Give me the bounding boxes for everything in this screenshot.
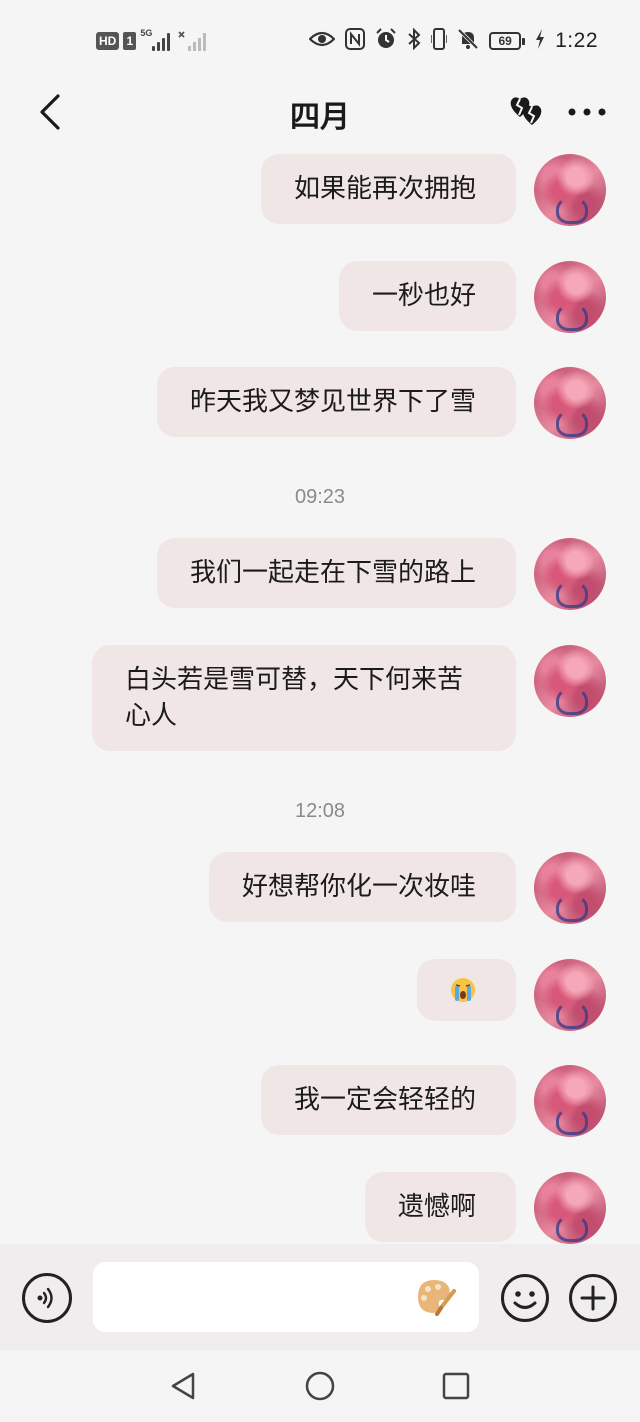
message-row: 白头若是雪可替，天下何来苦心人 bbox=[92, 645, 606, 751]
message-bubble[interactable]: 白头若是雪可替，天下何来苦心人 bbox=[92, 645, 516, 751]
charging-icon bbox=[535, 28, 545, 54]
timestamp: 09:23 bbox=[294, 486, 346, 508]
eye-icon bbox=[308, 30, 336, 53]
avatar[interactable] bbox=[534, 959, 606, 1031]
bluetooth-icon bbox=[407, 27, 421, 55]
signal-sim2-icon bbox=[178, 29, 212, 53]
message-row: 我们一起走在下雪的路上 bbox=[156, 538, 606, 610]
avatar[interactable] bbox=[534, 852, 606, 924]
palette-icon bbox=[418, 1280, 456, 1316]
avatar[interactable] bbox=[534, 1065, 606, 1137]
timestamp: 12:08 bbox=[294, 800, 346, 822]
alarm-icon bbox=[375, 27, 397, 55]
avatar[interactable] bbox=[534, 538, 606, 610]
back-triangle-icon bbox=[171, 1372, 195, 1400]
voice-icon bbox=[37, 1287, 53, 1309]
message-bubble[interactable]: 我一定会轻轻的 bbox=[260, 1065, 516, 1135]
message-row bbox=[417, 959, 606, 1031]
hd-badge: HD bbox=[96, 32, 120, 50]
emoji-message-bubble[interactable] bbox=[417, 959, 516, 1021]
broken-hearts-icon bbox=[510, 97, 542, 125]
message-list[interactable]: 如果能再次拥抱 一秒也好 昨天我又梦见世界下了雪 09:23 我们一起走在下雪的… bbox=[0, 144, 640, 1244]
message-row: 一秒也好 bbox=[338, 261, 606, 333]
status-left-group: HD 1 5G bbox=[96, 28, 212, 54]
emoji-button[interactable] bbox=[500, 1273, 550, 1323]
message-row: 遗憾啊 bbox=[364, 1172, 606, 1244]
battery-icon: 69 bbox=[489, 32, 526, 50]
intimacy-button[interactable] bbox=[506, 92, 546, 132]
avatar[interactable] bbox=[534, 367, 606, 439]
recents-square-icon bbox=[442, 1372, 470, 1400]
message-bubble[interactable]: 昨天我又梦见世界下了雪 bbox=[156, 367, 516, 437]
plus-circle-icon bbox=[569, 1274, 617, 1322]
status-right-group: 69 1:22 bbox=[308, 26, 598, 56]
input-bar bbox=[0, 1244, 640, 1350]
signal-5g-icon: 5G bbox=[140, 29, 174, 53]
system-nav-bar bbox=[0, 1350, 640, 1422]
nav-home-button[interactable] bbox=[302, 1368, 338, 1404]
network-type-label: 5G bbox=[140, 28, 153, 38]
plus-button[interactable] bbox=[568, 1273, 618, 1323]
voice-button[interactable] bbox=[22, 1273, 72, 1323]
message-row: 我一定会轻轻的 bbox=[260, 1065, 606, 1137]
home-circle-icon bbox=[305, 1371, 335, 1401]
crying-face-emoji bbox=[451, 978, 475, 1002]
status-time: 1:22 bbox=[555, 29, 598, 52]
message-row: 如果能再次拥抱 bbox=[260, 154, 606, 226]
nav-recents-button[interactable] bbox=[438, 1368, 474, 1404]
smiley-icon bbox=[501, 1274, 549, 1322]
message-bubble[interactable]: 如果能再次拥抱 bbox=[260, 154, 516, 224]
avatar[interactable] bbox=[534, 154, 606, 226]
mute-bell-icon bbox=[457, 28, 479, 55]
message-bubble[interactable]: 我们一起走在下雪的路上 bbox=[156, 538, 516, 608]
nfc-icon bbox=[345, 27, 366, 55]
message-bubble[interactable]: 好想帮你化一次妆哇 bbox=[208, 852, 516, 922]
avatar[interactable] bbox=[534, 645, 606, 717]
avatar[interactable] bbox=[534, 261, 606, 333]
battery-level: 69 bbox=[489, 32, 522, 50]
message-bubble[interactable]: 一秒也好 bbox=[338, 261, 516, 331]
avatar[interactable] bbox=[534, 1172, 606, 1244]
status-bar: HD 1 5G 69 1:22 bbox=[0, 0, 640, 80]
more-button[interactable] bbox=[566, 92, 608, 132]
vibrate-icon bbox=[430, 27, 448, 56]
palette-button[interactable] bbox=[414, 1277, 456, 1317]
chat-header: 四月 bbox=[0, 80, 640, 144]
message-row: 好想帮你化一次妆哇 bbox=[208, 852, 606, 924]
message-bubble[interactable]: 遗憾啊 bbox=[364, 1172, 516, 1242]
message-row: 昨天我又梦见世界下了雪 bbox=[156, 367, 606, 439]
more-dots-icon bbox=[568, 108, 606, 116]
nav-back-button[interactable] bbox=[166, 1368, 202, 1404]
sim-badge: 1 bbox=[123, 32, 137, 50]
